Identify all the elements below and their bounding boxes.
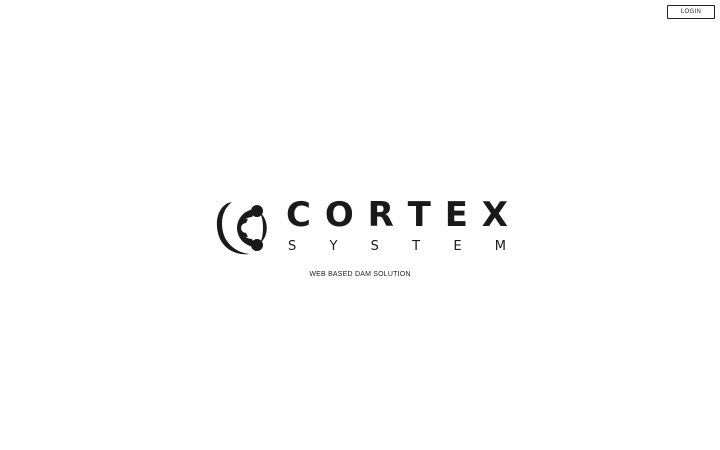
tagline: WEB BASED DAM SOLUTION [309,271,411,278]
brand-name-letter: X [481,195,508,235]
brand-subtitle-letter: E [453,239,462,254]
brand-subtitle-letter: T [412,239,421,254]
brand-subtitle-letter: S [288,239,297,254]
cortex-logo-icon [216,202,267,255]
login-button[interactable]: LOGIN [667,5,715,19]
brand-subtitle-letter: M [494,239,506,254]
brand-name-letter: C [286,195,311,235]
brand-subtitle-letter: Y [329,239,338,254]
brand-name-letter: E [444,195,468,235]
brand-subtitle: SYSTEM [288,239,506,255]
brand-name-letter: T [407,195,431,235]
brand-name-letter: R [367,195,394,235]
landing-page: LOGIN CORTEX SYSTEM WEB BASED DAM SOLUTI… [0,0,720,450]
brand-logo: CORTEX SYSTEM [216,197,508,258]
brand-name: CORTEX [286,197,508,233]
brand-subtitle-letter: S [370,239,379,254]
brand-name-letter: O [324,195,354,235]
